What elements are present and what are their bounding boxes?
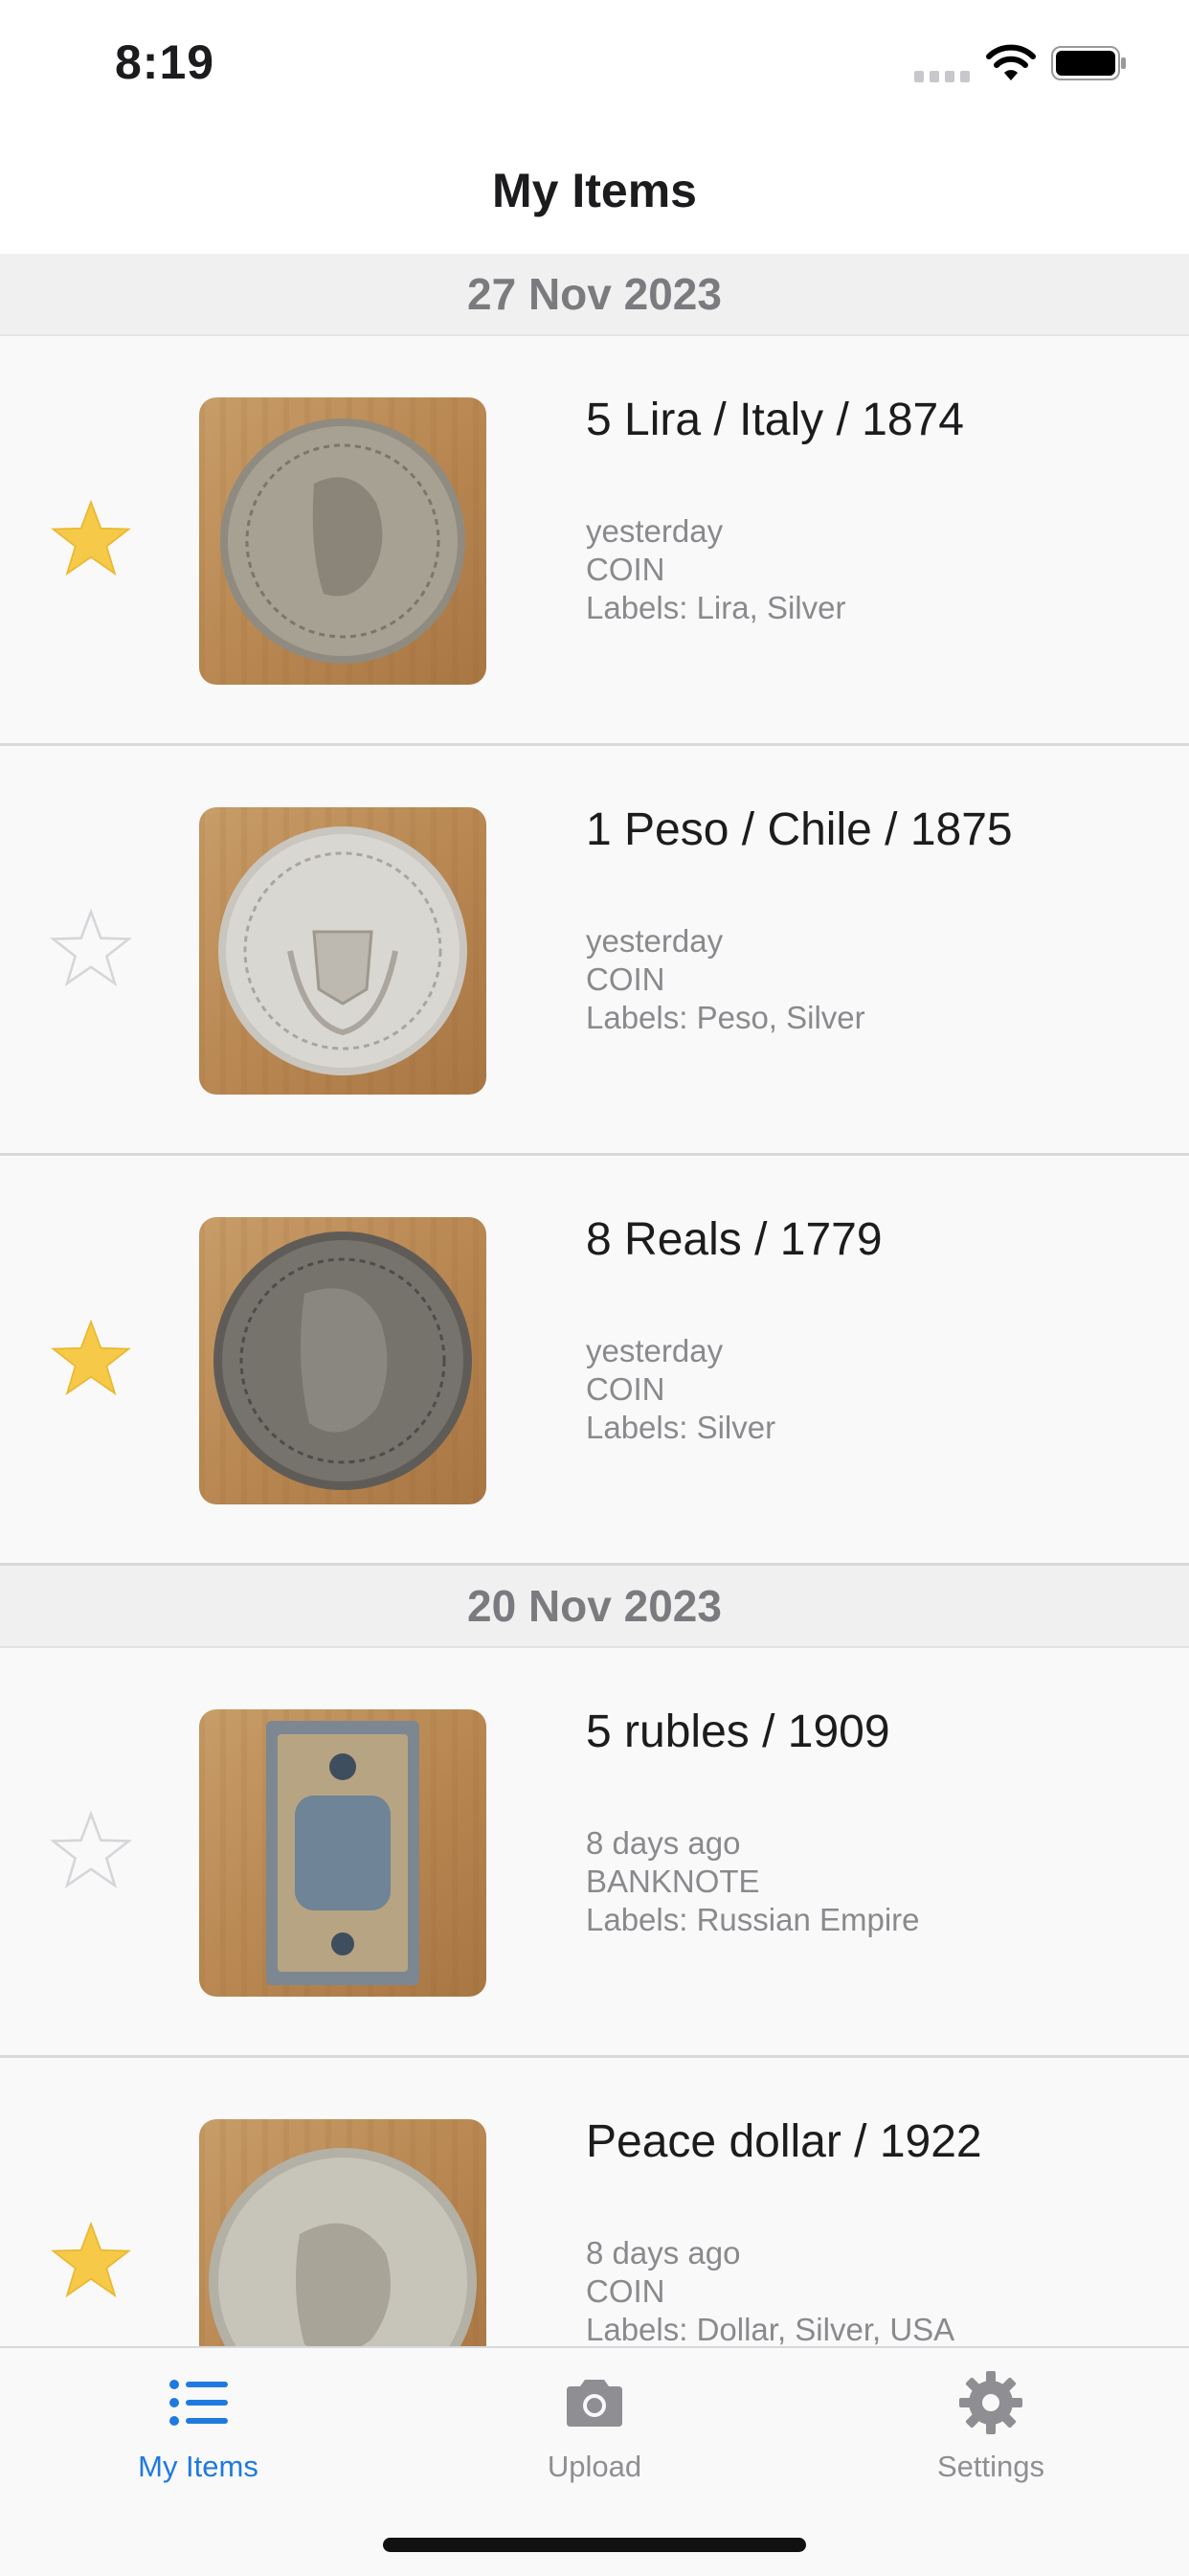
item-date: 8 days ago xyxy=(586,2235,741,2271)
gear-icon xyxy=(959,2371,1022,2434)
item-photo xyxy=(199,1709,486,1997)
item-photo xyxy=(199,2119,486,2346)
section-date: 20 Nov 2023 xyxy=(467,1581,722,1631)
item-labels: Labels: Silver xyxy=(586,1410,776,1445)
item-date: 8 days ago xyxy=(586,1825,741,1861)
status-time: 8:19 xyxy=(115,35,215,89)
tab-settings[interactable]: Settings xyxy=(793,2348,1189,2483)
item-type: COIN xyxy=(586,2273,665,2309)
item-photo xyxy=(199,807,486,1095)
item-meta: yesterday COIN Labels: Peso, Silver xyxy=(586,922,865,1037)
item-meta: yesterday COIN Labels: Lira, Silver xyxy=(586,512,845,627)
tab-label: My Items xyxy=(138,2450,258,2483)
status-bar: 8:19 xyxy=(0,0,1189,134)
item-labels: Labels: Dollar, Silver, USA xyxy=(586,2312,955,2346)
list-item[interactable]: 8 Reals / 1779 yesterday COIN Labels: Si… xyxy=(0,1156,1189,1566)
item-title: 5 rubles / 1909 xyxy=(586,1706,890,1757)
tab-upload[interactable]: Upload xyxy=(396,2348,793,2483)
item-title: 8 Reals / 1779 xyxy=(586,1214,883,1265)
tab-label: Settings xyxy=(936,2450,1044,2483)
page-title: My Items xyxy=(492,164,697,217)
section-header-date: 20 Nov 2023 xyxy=(0,1566,1189,1648)
item-photo xyxy=(199,1217,486,1504)
favorite-star-filled-icon[interactable] xyxy=(50,1317,132,1399)
home-indicator[interactable] xyxy=(383,2538,806,2552)
section-header-date: 27 Nov 2023 xyxy=(0,254,1189,336)
wifi-icon xyxy=(986,44,1036,80)
tab-label: Upload xyxy=(547,2450,642,2483)
item-labels: Labels: Peso, Silver xyxy=(586,1000,865,1035)
item-labels: Labels: Russian Empire xyxy=(586,1902,920,1937)
favorite-star-filled-icon[interactable] xyxy=(50,497,132,579)
list-item[interactable]: 5 Lira / Italy / 1874 yesterday COIN Lab… xyxy=(0,336,1189,746)
list-item[interactable]: 1 Peso / Chile / 1875 yesterday COIN Lab… xyxy=(0,746,1189,1156)
item-meta: 8 days ago BANKNOTE Labels: Russian Empi… xyxy=(586,1824,920,1939)
item-title: Peace dollar / 1922 xyxy=(586,2116,982,2167)
item-title: 5 Lira / Italy / 1874 xyxy=(586,395,964,445)
item-labels: Labels: Lira, Silver xyxy=(586,590,846,625)
favorite-star-outline-icon[interactable] xyxy=(50,907,132,989)
item-date: yesterday xyxy=(586,1333,724,1368)
item-photo xyxy=(199,397,486,685)
list-item[interactable]: 5 rubles / 1909 8 days ago BANKNOTE Labe… xyxy=(0,1648,1189,2058)
item-title: 1 Peso / Chile / 1875 xyxy=(586,804,1013,855)
cellular-signal-icon xyxy=(914,67,970,82)
items-list[interactable]: 27 Nov 2023 5 Lira / Italy / 1874 yester… xyxy=(0,254,1189,2346)
item-type: COIN xyxy=(586,1371,665,1407)
favorite-star-filled-icon[interactable] xyxy=(50,2219,132,2301)
list-icon xyxy=(169,2380,228,2426)
tab-my-items[interactable]: My Items xyxy=(0,2348,396,2483)
navigation-bar: My Items xyxy=(0,134,1189,256)
list-item[interactable]: Peace dollar / 1922 8 days ago COIN Labe… xyxy=(0,2058,1189,2346)
item-date: yesterday xyxy=(586,513,724,549)
camera-icon xyxy=(567,2380,622,2427)
item-date: yesterday xyxy=(586,923,724,959)
item-type: COIN xyxy=(586,961,665,997)
battery-icon xyxy=(1051,46,1126,80)
item-meta: yesterday COIN Labels: Silver xyxy=(586,1332,775,1447)
item-type: BANKNOTE xyxy=(586,1864,760,1899)
favorite-star-outline-icon[interactable] xyxy=(50,1809,132,1891)
section-date: 27 Nov 2023 xyxy=(467,269,722,319)
item-type: COIN xyxy=(586,552,665,587)
item-meta: 8 days ago COIN Labels: Dollar, Silver, … xyxy=(586,2234,954,2346)
